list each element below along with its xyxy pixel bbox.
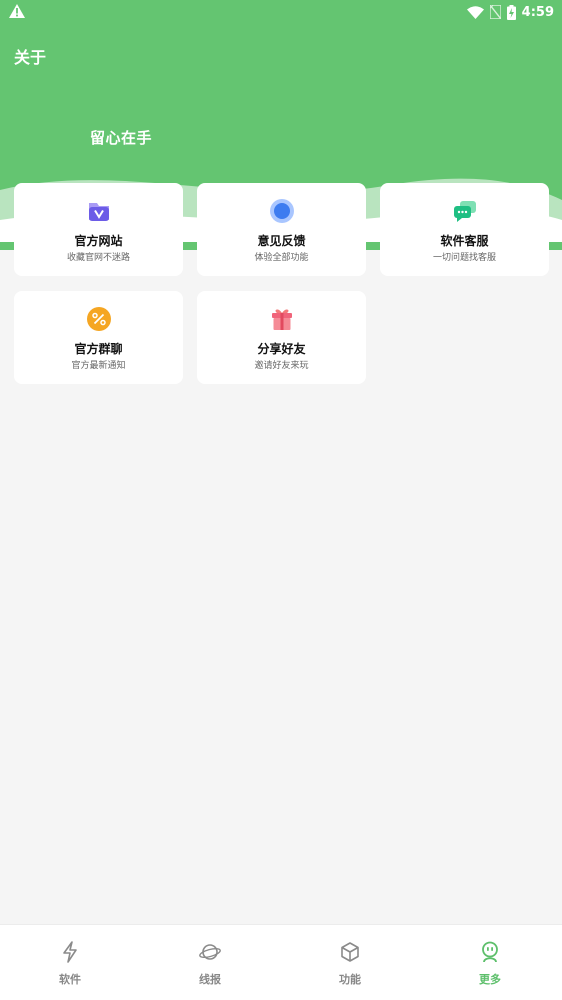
clock: 4:59: [521, 4, 554, 20]
feedback-icon: [270, 199, 294, 223]
card-title: 意见反馈: [257, 234, 306, 248]
card-title: 分享好友: [257, 342, 306, 356]
nav-label: 线报: [199, 973, 221, 986]
gift-icon: [272, 309, 292, 330]
slogan: 留心在手: [90, 129, 153, 147]
nav-label: 更多: [479, 973, 501, 986]
nav-deals[interactable]: 线报: [140, 925, 280, 1000]
card-title: 官方群聊: [74, 342, 123, 356]
card-customer-service[interactable]: 软件客服 一切问题找客服: [380, 183, 549, 276]
nav-label: 软件: [59, 973, 81, 986]
page-title: 关于: [14, 48, 47, 67]
card-subtitle: 收藏官网不迷路: [66, 253, 130, 263]
card-title: 软件客服: [440, 234, 489, 248]
planet-icon: [199, 944, 221, 960]
card-feedback[interactable]: 意见反馈 体验全部功能: [197, 183, 366, 276]
card-official-website[interactable]: 官方网站 收藏官网不迷路: [14, 183, 183, 276]
warning-icon: [9, 4, 25, 18]
card-subtitle: 官方最新通知: [71, 361, 126, 371]
status-bar: 4:59: [0, 0, 562, 24]
no-sim-icon: [489, 5, 501, 19]
card-subtitle: 体验全部功能: [254, 253, 309, 263]
card-subtitle: 邀请好友来玩: [254, 361, 309, 371]
bottom-nav: 软件 线报 功能 更多: [0, 924, 562, 1000]
wifi-icon: [466, 5, 484, 19]
chat-icon: [454, 201, 476, 222]
website-icon: [89, 203, 109, 221]
lightning-icon: [63, 941, 77, 963]
card-share-friends[interactable]: 分享好友 邀请好友来玩: [197, 291, 366, 384]
battery-charging-icon: [506, 4, 516, 20]
card-subtitle: 一切问题找客服: [432, 253, 496, 263]
card-title: 官方网站: [74, 234, 123, 248]
cube-icon: [341, 942, 359, 962]
card-official-group[interactable]: 官方群聊 官方最新通知: [14, 291, 183, 384]
nav-label: 功能: [339, 973, 361, 986]
group-chat-icon: [87, 307, 111, 331]
nav-software[interactable]: 软件: [0, 925, 140, 1000]
nav-features[interactable]: 功能: [280, 925, 420, 1000]
nav-more[interactable]: 更多: [420, 925, 560, 1000]
robot-icon: [482, 941, 498, 963]
status-icons: 4:59: [466, 3, 554, 21]
